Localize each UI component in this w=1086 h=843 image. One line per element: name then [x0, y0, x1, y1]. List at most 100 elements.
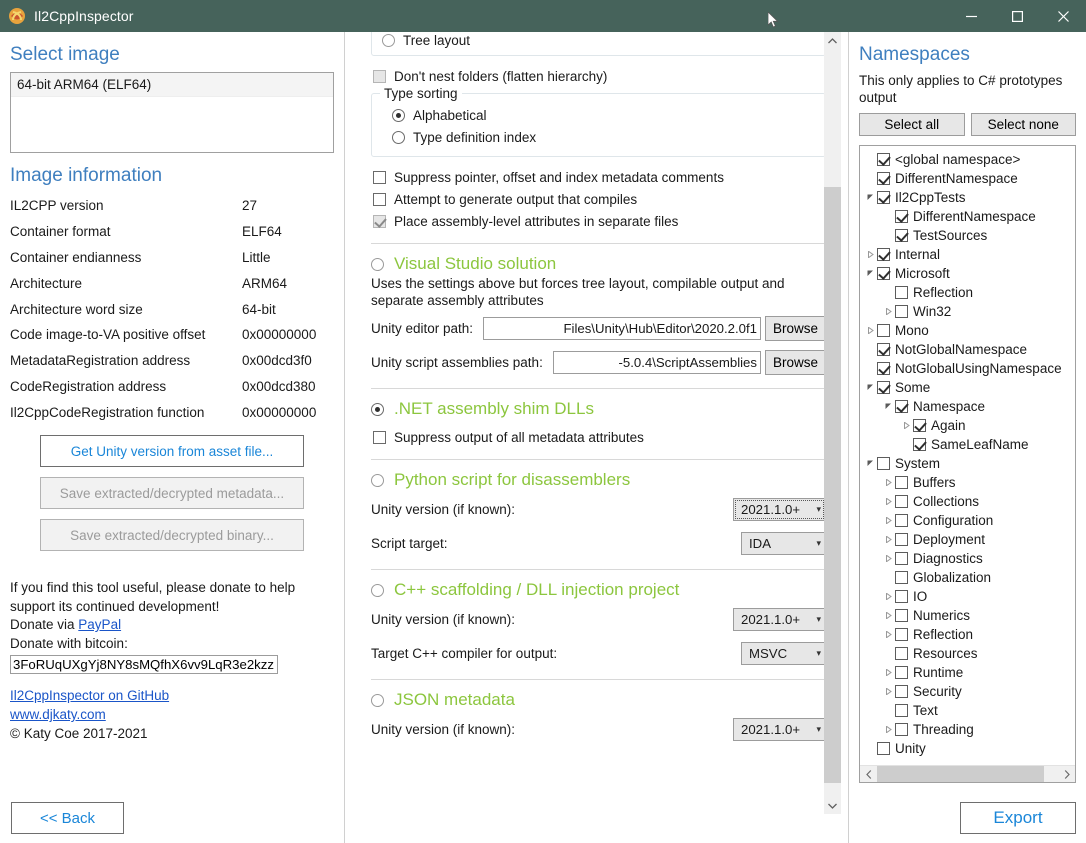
- expander-closed-icon[interactable]: [882, 726, 895, 733]
- expander-open-icon[interactable]: [864, 460, 877, 467]
- expander-closed-icon[interactable]: [900, 422, 913, 429]
- checkbox-icon[interactable]: [877, 742, 890, 755]
- expander-closed-icon[interactable]: [882, 498, 895, 505]
- radio-icon[interactable]: [382, 34, 395, 47]
- namespace-tree-item[interactable]: NotGlobalNamespace: [860, 340, 1075, 359]
- radio-icon[interactable]: [392, 109, 405, 122]
- checkbox-icon[interactable]: [895, 286, 908, 299]
- namespace-tree-item[interactable]: Security: [860, 682, 1075, 701]
- json-metadata-radio-row[interactable]: JSON metadata: [371, 690, 826, 710]
- middle-vertical-scrollbar[interactable]: [824, 32, 841, 814]
- suppress-all-attributes-row[interactable]: Suppress output of all metadata attribut…: [373, 426, 826, 448]
- namespace-tree-item[interactable]: Deployment: [860, 530, 1075, 549]
- image-list[interactable]: 64-bit ARM64 (ELF64): [10, 72, 334, 153]
- namespace-tree-item[interactable]: Unity: [860, 739, 1075, 758]
- expander-closed-icon[interactable]: [882, 612, 895, 619]
- namespace-tree-item[interactable]: Threading: [860, 720, 1075, 739]
- namespace-tree-item[interactable]: Some: [860, 378, 1075, 397]
- expander-open-icon[interactable]: [864, 384, 877, 391]
- namespace-tree-item[interactable]: Resources: [860, 644, 1075, 663]
- checkbox-icon[interactable]: [895, 514, 908, 527]
- namespace-tree-item[interactable]: Again: [860, 416, 1075, 435]
- checkbox-icon[interactable]: [895, 590, 908, 603]
- namespace-tree-item[interactable]: Collections: [860, 492, 1075, 511]
- cpp-scaffolding-radio-row[interactable]: C++ scaffolding / DLL injection project: [371, 580, 826, 600]
- select-all-button[interactable]: Select all: [859, 113, 965, 136]
- script-assemblies-path-input[interactable]: -5.0.4\ScriptAssemblies: [553, 351, 761, 374]
- checkbox-icon[interactable]: [895, 476, 908, 489]
- flatten-hierarchy-row[interactable]: Don't nest folders (flatten hierarchy): [373, 65, 826, 87]
- namespace-tree-item[interactable]: System: [860, 454, 1075, 473]
- namespace-tree[interactable]: <global namespace>DifferentNamespaceIl2C…: [859, 145, 1076, 783]
- expander-closed-icon[interactable]: [882, 669, 895, 676]
- namespace-tree-item[interactable]: NotGlobalUsingNamespace: [860, 359, 1075, 378]
- close-icon[interactable]: [1040, 0, 1086, 32]
- checkbox-icon[interactable]: [877, 267, 890, 280]
- expander-closed-icon[interactable]: [882, 517, 895, 524]
- radio-icon[interactable]: [371, 403, 384, 416]
- namespace-tree-item[interactable]: DifferentNamespace: [860, 207, 1075, 226]
- scroll-left-icon[interactable]: [860, 766, 877, 783]
- expander-open-icon[interactable]: [882, 403, 895, 410]
- save-metadata-button[interactable]: Save extracted/decrypted metadata...: [40, 477, 304, 509]
- namespace-tree-item[interactable]: Il2CppTests: [860, 188, 1075, 207]
- image-list-item[interactable]: 64-bit ARM64 (ELF64): [11, 73, 333, 97]
- namespace-tree-item[interactable]: Diagnostics: [860, 549, 1075, 568]
- namespace-tree-horizontal-scrollbar[interactable]: [860, 765, 1075, 782]
- checkbox-icon[interactable]: [895, 229, 908, 242]
- namespace-tree-item[interactable]: Configuration: [860, 511, 1075, 530]
- checkbox-icon[interactable]: [373, 215, 386, 228]
- checkbox-icon[interactable]: [895, 666, 908, 679]
- checkbox-icon[interactable]: [877, 457, 890, 470]
- checkbox-icon[interactable]: [895, 305, 908, 318]
- checkbox-icon[interactable]: [877, 172, 890, 185]
- expander-closed-icon[interactable]: [882, 688, 895, 695]
- checkbox-icon[interactable]: [895, 533, 908, 546]
- python-unity-version-select[interactable]: 2021.1.0+ ▾: [733, 498, 826, 521]
- checkbox-icon[interactable]: [895, 552, 908, 565]
- namespace-tree-item[interactable]: Namespace: [860, 397, 1075, 416]
- get-unity-version-button[interactable]: Get Unity version from asset file...: [40, 435, 304, 467]
- unity-editor-browse-button[interactable]: Browse: [765, 316, 826, 341]
- checkbox-icon[interactable]: [895, 210, 908, 223]
- namespace-tree-item[interactable]: Text: [860, 701, 1075, 720]
- namespace-tree-item[interactable]: Internal: [860, 245, 1075, 264]
- expander-closed-icon[interactable]: [882, 536, 895, 543]
- website-link[interactable]: www.djkaty.com: [10, 707, 106, 722]
- namespace-tree-item[interactable]: IO: [860, 587, 1075, 606]
- expander-closed-icon[interactable]: [864, 251, 877, 258]
- namespace-tree-item[interactable]: Numerics: [860, 606, 1075, 625]
- radio-icon[interactable]: [392, 131, 405, 144]
- namespace-tree-item[interactable]: TestSources: [860, 226, 1075, 245]
- checkbox-icon[interactable]: [877, 362, 890, 375]
- cpp-compiler-select[interactable]: MSVC ▾: [741, 642, 826, 665]
- namespace-tree-item[interactable]: Reflection: [860, 625, 1075, 644]
- github-link[interactable]: Il2CppInspector on GitHub: [10, 688, 169, 703]
- script-target-select[interactable]: IDA ▾: [741, 532, 826, 555]
- sorting-typedef-row[interactable]: Type definition index: [392, 126, 815, 148]
- namespace-tree-item[interactable]: DifferentNamespace: [860, 169, 1075, 188]
- checkbox-icon[interactable]: [895, 495, 908, 508]
- expander-open-icon[interactable]: [864, 270, 877, 277]
- checkbox-icon[interactable]: [373, 193, 386, 206]
- checkbox-icon[interactable]: [895, 400, 908, 413]
- script-assemblies-browse-button[interactable]: Browse: [765, 350, 826, 375]
- scroll-up-icon[interactable]: [824, 32, 841, 49]
- scroll-right-icon[interactable]: [1058, 766, 1075, 783]
- back-button[interactable]: << Back: [11, 802, 124, 834]
- checkbox-icon[interactable]: [895, 571, 908, 584]
- namespace-tree-item[interactable]: <global namespace>: [860, 150, 1075, 169]
- tree-layout-radio-row[interactable]: Tree layout: [382, 32, 815, 51]
- checkbox-icon[interactable]: [373, 431, 386, 444]
- sorting-alphabetical-row[interactable]: Alphabetical: [392, 104, 815, 126]
- checkbox-icon[interactable]: [913, 419, 926, 432]
- radio-icon[interactable]: [371, 694, 384, 707]
- scrollbar-thumb[interactable]: [824, 187, 841, 783]
- suppress-metadata-comments-row[interactable]: Suppress pointer, offset and index metad…: [373, 166, 826, 188]
- expander-closed-icon[interactable]: [882, 555, 895, 562]
- namespace-tree-item[interactable]: Runtime: [860, 663, 1075, 682]
- minimize-icon[interactable]: [948, 0, 994, 32]
- shim-dlls-radio-row[interactable]: .NET assembly shim DLLs: [371, 399, 826, 419]
- namespace-tree-item[interactable]: Buffers: [860, 473, 1075, 492]
- json-unity-version-select[interactable]: 2021.1.0+ ▾: [733, 718, 826, 741]
